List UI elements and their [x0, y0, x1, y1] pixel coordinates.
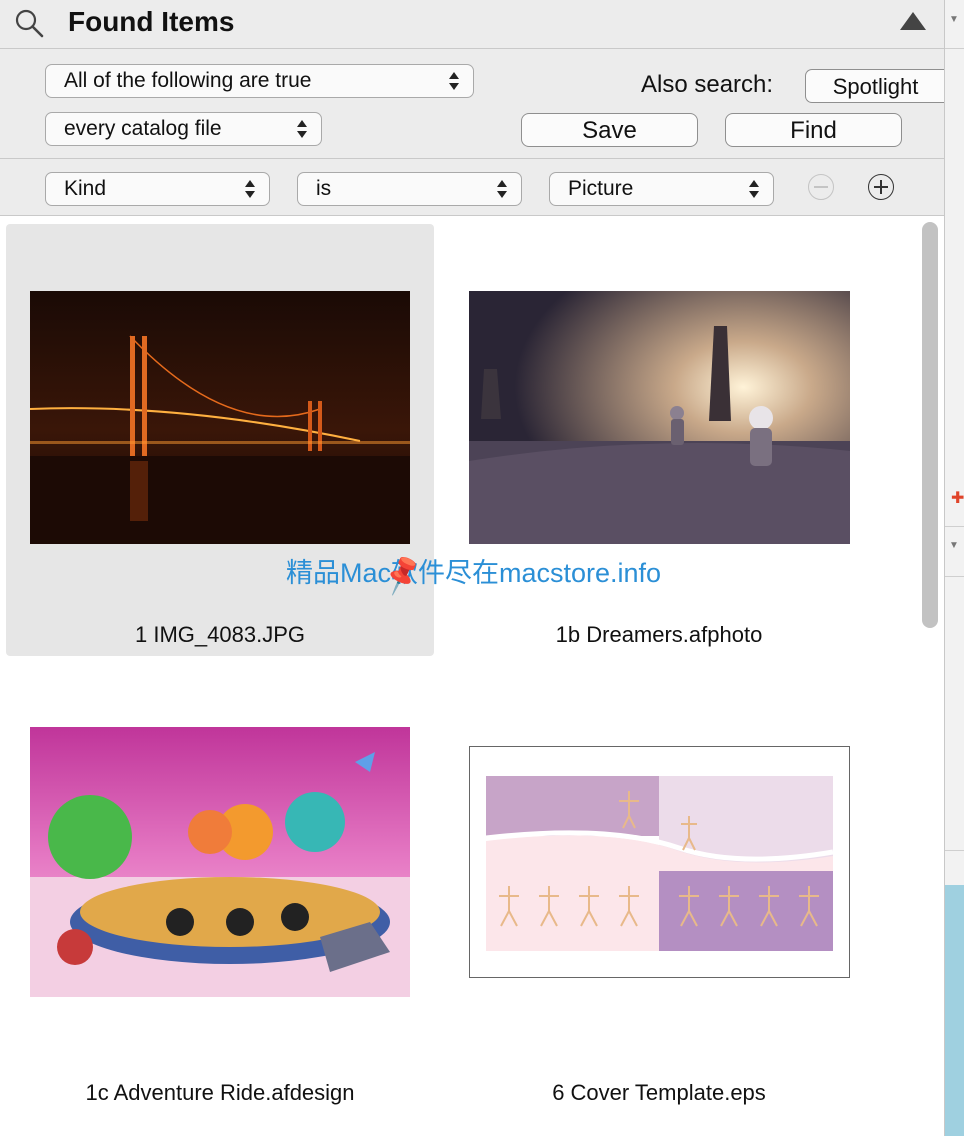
result-item[interactable]: 1b Dreamers.afphoto [445, 224, 873, 656]
bridge-photo-thumbnail [30, 291, 410, 544]
scope-label: every catalog file [64, 117, 222, 140]
watermark-text: 精品Mac软件尽在macstore.info [286, 558, 662, 588]
popup-stepper-icon [245, 180, 255, 198]
dreamers-photo-thumbnail [469, 291, 850, 544]
results-grid: 1 IMG_4083.JPG 1b Dreamers.afphoto 1c Ad… [0, 216, 944, 1136]
panel-title: Found Items [68, 6, 235, 37]
adjacent-panel-edge: ▼ ✚ ▼ [944, 0, 964, 1136]
also-search-label: Also search: [641, 71, 774, 98]
result-caption: 1b Dreamers.afphoto [555, 622, 763, 647]
panel-header: Found Items [0, 0, 944, 49]
popup-stepper-icon [497, 180, 507, 198]
scope-popup[interactable]: every catalog file [45, 112, 322, 146]
found-items-panel: Found Items All of the following are tru… [0, 0, 945, 1136]
find-button[interactable]: Find [725, 113, 902, 147]
result-caption: 1c Adventure Ride.afdesign [85, 1080, 355, 1105]
match-mode-label: All of the following are true [64, 69, 312, 92]
result-caption: 6 Cover Template.eps [552, 1080, 766, 1105]
pin-icon: ✚ [951, 490, 964, 507]
rule-operator-popup[interactable]: is [297, 172, 522, 206]
popup-stepper-icon [749, 180, 759, 198]
popup-stepper-icon [297, 120, 307, 138]
rule-value-label: Picture [568, 177, 634, 200]
remove-rule-icon[interactable] [808, 174, 834, 200]
cover-template-thumbnail [469, 746, 850, 978]
search-rule-row: Kind is Picture [0, 159, 944, 216]
search-icon [15, 9, 44, 38]
spotlight-button[interactable]: Spotlight [805, 69, 945, 103]
rule-value-popup[interactable]: Picture [549, 172, 774, 206]
result-item[interactable]: 6 Cover Template.eps [445, 672, 873, 1132]
results-scrollbar[interactable] [922, 222, 938, 628]
save-button[interactable]: Save [521, 113, 698, 147]
collapse-triangle-icon[interactable] [900, 12, 926, 30]
search-criteria: All of the following are true every cata… [0, 49, 945, 159]
result-item[interactable]: 1 IMG_4083.JPG [6, 224, 434, 656]
result-item[interactable]: 1c Adventure Ride.afdesign [6, 672, 434, 1132]
match-mode-popup[interactable]: All of the following are true [45, 64, 474, 98]
rule-field-popup[interactable]: Kind [45, 172, 270, 206]
disclosure-icon[interactable]: ▼ [949, 540, 959, 551]
adjacent-panel-content [945, 885, 964, 1136]
disclosure-icon[interactable]: ▼ [949, 14, 959, 25]
popup-stepper-icon [449, 72, 459, 90]
rule-operator-label: is [316, 177, 332, 200]
adventure-ride-thumbnail [30, 727, 410, 997]
rule-field-label: Kind [64, 177, 107, 200]
add-rule-icon[interactable] [868, 174, 894, 200]
result-caption: 1 IMG_4083.JPG [135, 622, 305, 647]
